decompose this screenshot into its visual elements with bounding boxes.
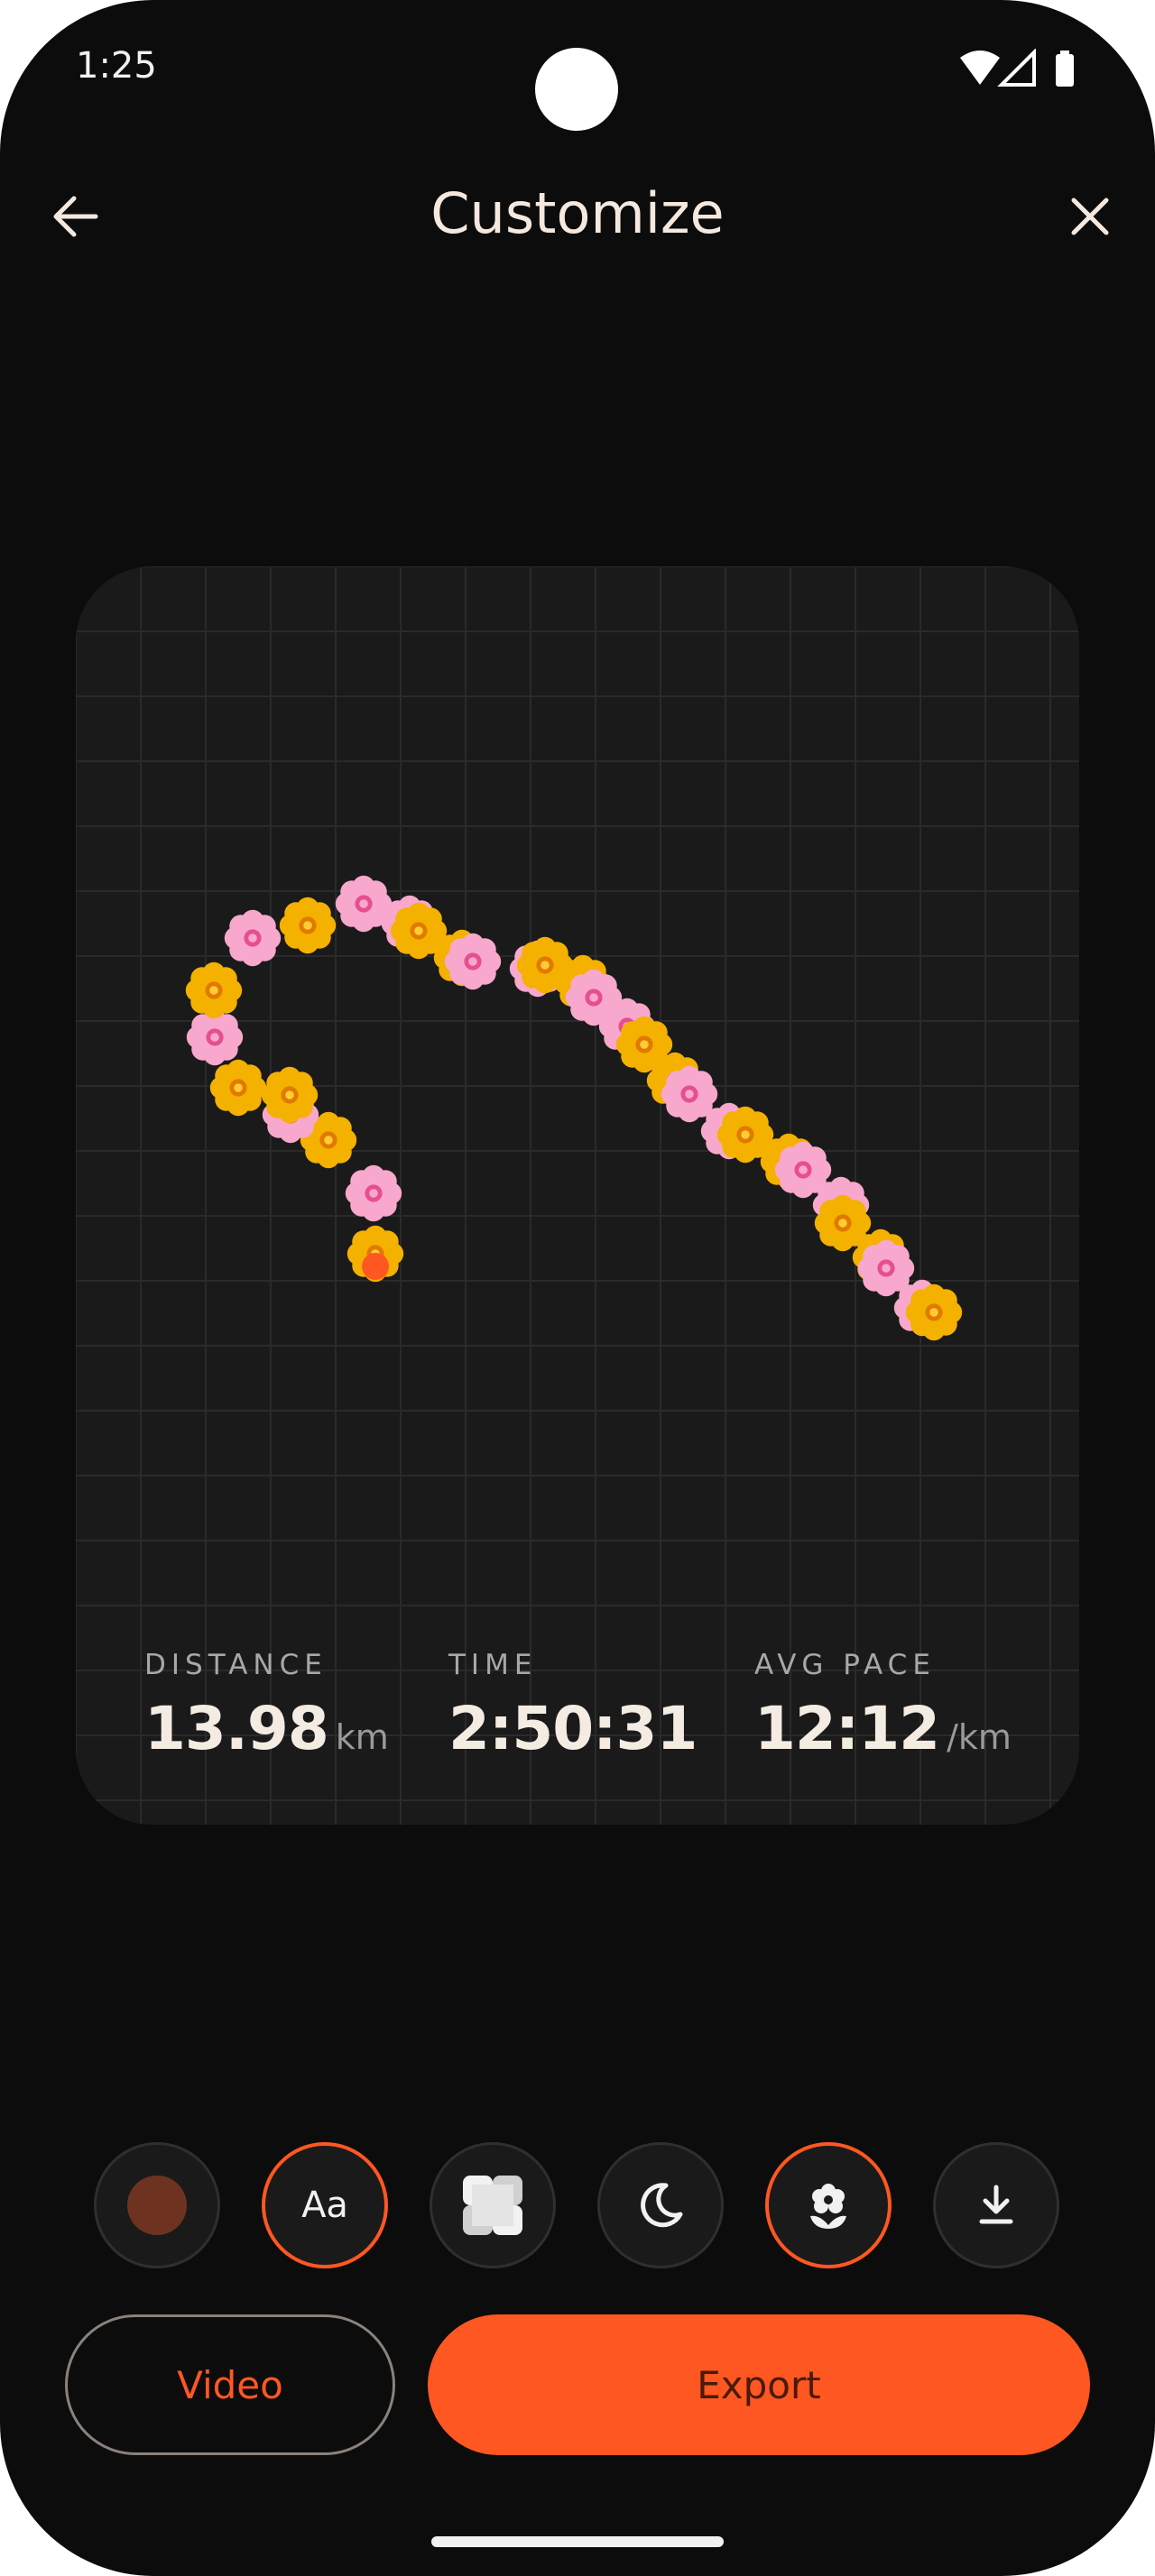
background-pattern-icon — [463, 2176, 522, 2235]
color-swatch — [127, 2176, 187, 2235]
flower-sticker — [185, 961, 243, 1019]
home-indicator[interactable] — [431, 2536, 724, 2547]
flower-route — [185, 875, 963, 1341]
stat-unit-distance: km — [335, 1717, 389, 1757]
battery-icon — [1056, 54, 1074, 87]
close-icon[interactable] — [1054, 180, 1126, 253]
flower-sticker-icon — [810, 2184, 846, 2229]
stat-pace: AVG PACE 12:12/km — [754, 1649, 1012, 1763]
stat-label-pace: AVG PACE — [754, 1649, 936, 1681]
stat-value-pace: 12:12 — [754, 1694, 940, 1763]
map-grid — [76, 566, 1079, 1825]
flower-sticker — [261, 1066, 319, 1124]
flower-sticker — [279, 897, 337, 954]
video-button[interactable]: Video — [65, 2314, 395, 2455]
background-pattern-button[interactable] — [430, 2142, 556, 2268]
stat-label-distance: DISTANCE — [144, 1649, 328, 1681]
route-map — [76, 566, 1079, 1825]
flower-sticker — [224, 909, 282, 967]
text-style-button[interactable]: Aa — [262, 2142, 388, 2268]
signal-icon — [997, 49, 1036, 87]
stat-unit-pace: /km — [947, 1717, 1012, 1757]
status-icons — [960, 49, 1074, 87]
download-button[interactable] — [933, 2142, 1059, 2268]
phone-screen: 1:25 Customize DISTANCE 13.98 km TIME 2:5… — [0, 0, 1155, 2576]
route-card — [76, 566, 1079, 1825]
page-title: Customize — [430, 180, 725, 246]
flower-sticker — [209, 1059, 267, 1117]
stat-label-time: TIME — [448, 1649, 538, 1681]
flower-sticker-button[interactable] — [765, 2142, 892, 2268]
color-picker-button[interactable] — [94, 2142, 220, 2268]
route-end-marker — [362, 1253, 389, 1280]
wifi-icon — [960, 51, 1000, 85]
stat-value-distance: 13.98 — [144, 1694, 329, 1763]
flower-sticker — [905, 1283, 963, 1341]
status-time: 1:25 — [76, 45, 157, 87]
flower-sticker — [444, 933, 502, 990]
text-style-icon: Aa — [301, 2185, 348, 2226]
download-icon — [979, 2185, 1013, 2224]
dark-mode-button[interactable] — [597, 2142, 724, 2268]
stat-distance: DISTANCE 13.98 km — [144, 1649, 389, 1763]
stat-value-time: 2:50:31 — [448, 1694, 698, 1763]
export-button[interactable]: Export — [428, 2314, 1090, 2455]
camera-cutout — [535, 48, 618, 131]
dark-mode-icon — [641, 2183, 683, 2228]
flower-sticker — [345, 1164, 402, 1222]
stat-time: TIME 2:50:31 — [448, 1649, 698, 1763]
